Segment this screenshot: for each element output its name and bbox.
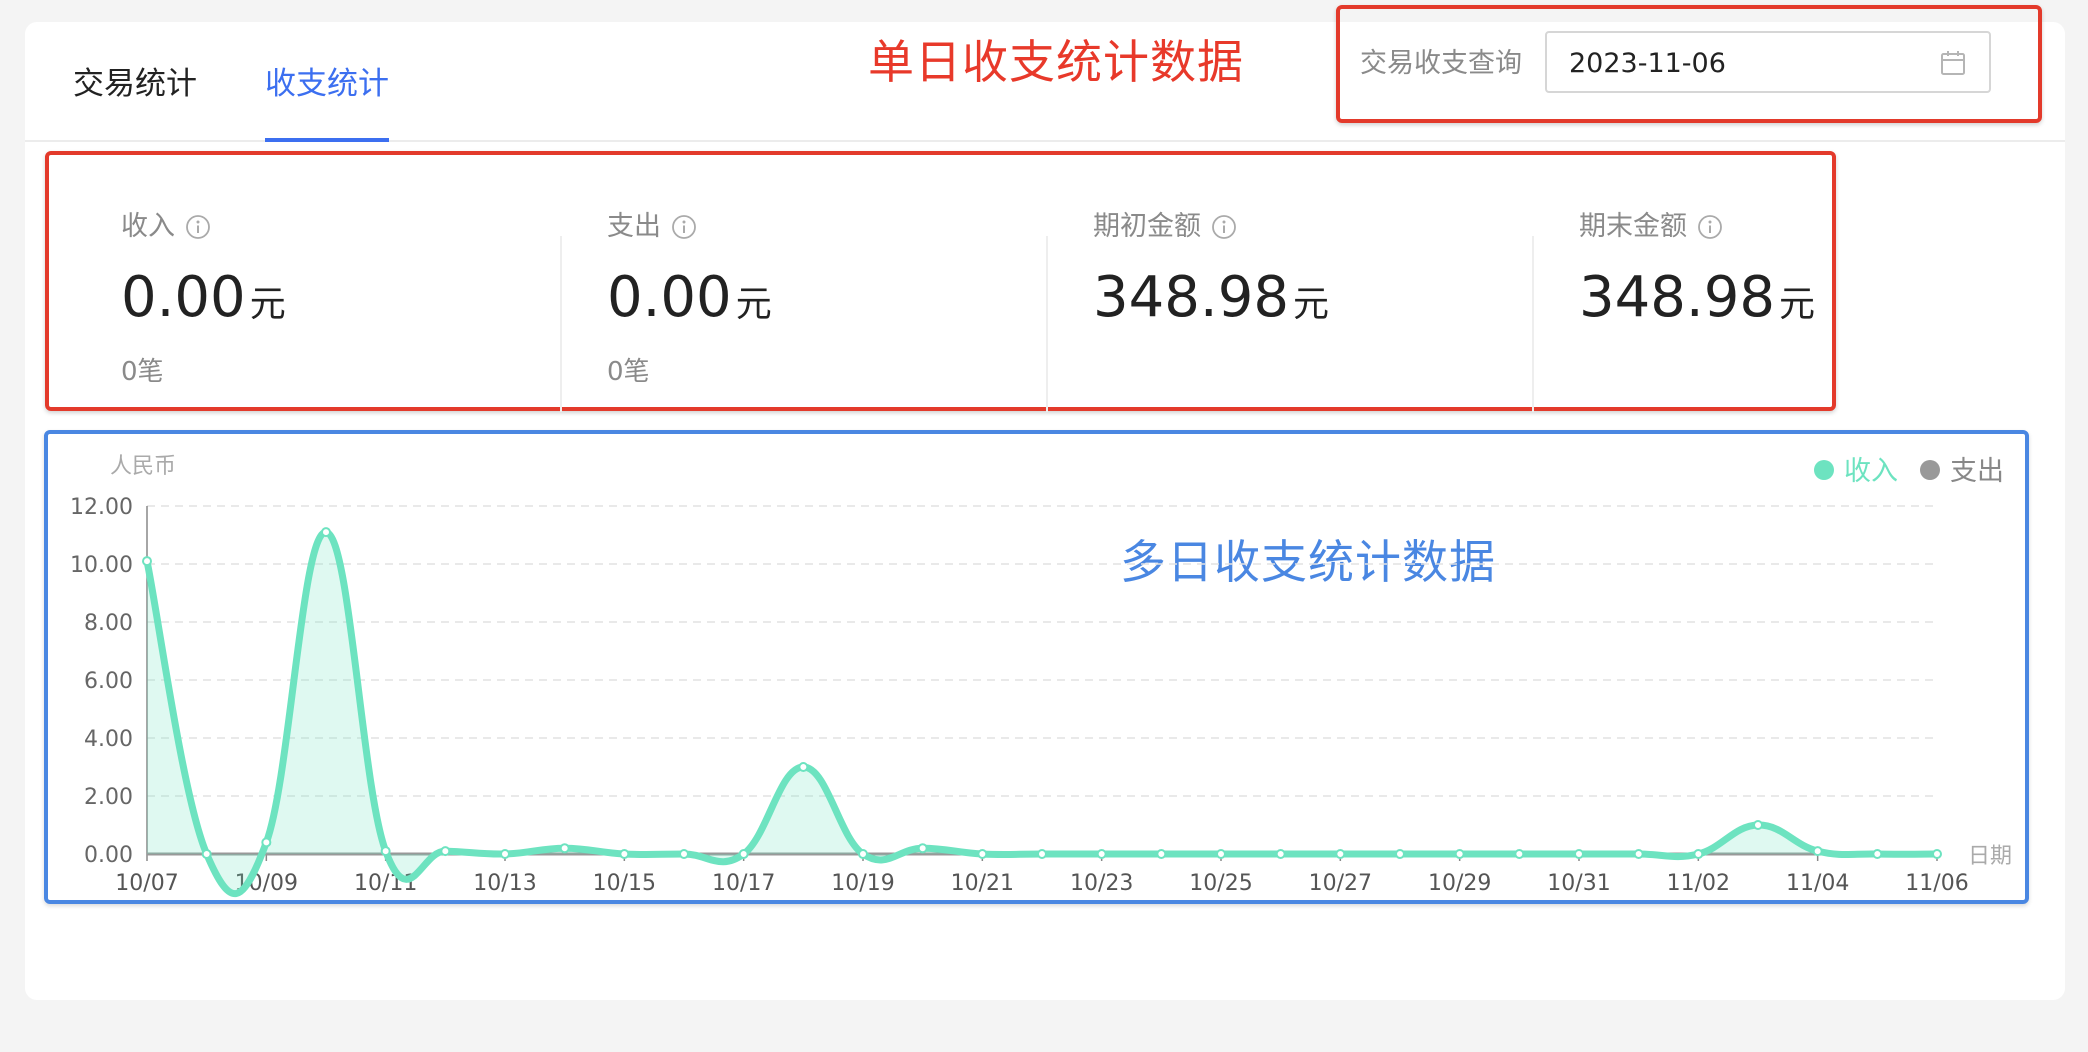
stat-income-value: 0.00 <box>121 265 246 330</box>
stat-income-unit: 元 <box>249 284 286 325</box>
tab-income-expense-stats[interactable]: 收支统计 <box>265 62 389 142</box>
stat-opening-value: 348.98 <box>1093 265 1289 330</box>
single-day-query-highlight <box>1336 5 2042 123</box>
legend-income-label[interactable]: 收入 <box>1844 456 1898 487</box>
legend-expense-marker[interactable] <box>1920 460 1940 480</box>
stat-income-count: 0笔 <box>121 357 164 387</box>
stat-expense-value: 0.00 <box>607 265 732 330</box>
info-icon[interactable] <box>1211 214 1237 240</box>
info-icon[interactable] <box>185 214 211 240</box>
info-icon[interactable] <box>671 214 697 240</box>
stat-opening-unit: 元 <box>1292 284 1329 325</box>
stat-closing-label: 期末金额 <box>1579 211 1687 242</box>
stat-opening-label: 期初金额 <box>1093 211 1201 242</box>
legend-expense-label[interactable]: 支出 <box>1950 456 2004 487</box>
stat-closing-unit: 元 <box>1778 284 1815 325</box>
stat-divider <box>1046 236 1048 412</box>
stat-divider <box>1532 236 1534 412</box>
stat-income: 收入 0.00 元 0笔 <box>121 207 591 417</box>
stat-expense-unit: 元 <box>735 284 772 325</box>
stat-divider <box>560 236 562 412</box>
info-icon[interactable] <box>1697 214 1723 240</box>
stat-expense-count: 0笔 <box>607 357 650 387</box>
tab-trade-stats[interactable]: 交易统计 <box>73 62 197 138</box>
stat-income-label: 收入 <box>121 211 175 242</box>
multi-day-annotation: 多日收支统计数据 <box>1120 535 1496 589</box>
legend-income-marker[interactable] <box>1814 460 1834 480</box>
stat-opening-balance: 期初金额 348.98 元 <box>1093 207 1563 417</box>
stat-expense-label: 支出 <box>607 211 661 242</box>
stat-expense: 支出 0.00 元 0笔 <box>607 207 1077 417</box>
single-day-annotation: 单日收支统计数据 <box>868 35 1244 89</box>
multi-day-chart-highlight <box>44 430 2029 904</box>
stat-closing-balance: 期末金额 348.98 元 <box>1579 207 2049 417</box>
stat-closing-value: 348.98 <box>1579 265 1775 330</box>
